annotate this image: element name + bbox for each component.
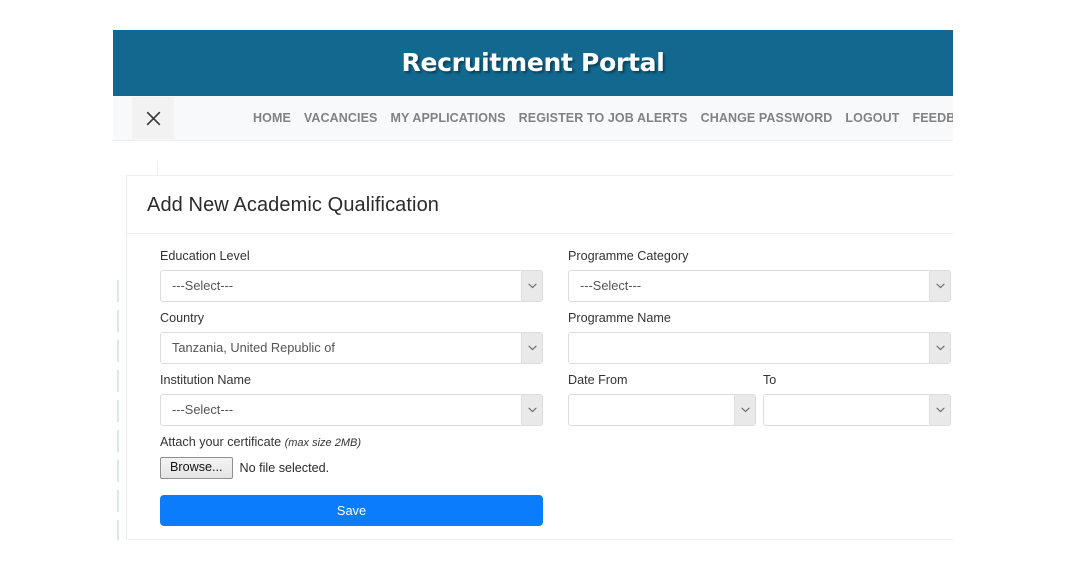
- save-button[interactable]: Save: [160, 495, 543, 526]
- site-header: Recruitment Portal: [113, 30, 953, 96]
- nav-item-feedback[interactable]: FEEDBACK: [912, 111, 953, 125]
- nav-item-logout[interactable]: LOGOUT: [845, 111, 899, 125]
- file-status-text: No file selected.: [239, 461, 330, 475]
- form-column-right: Programme Category ---Select--- Programm…: [568, 248, 951, 426]
- field-institution-name: Institution Name ---Select---: [160, 372, 543, 426]
- field-education-level: Education Level ---Select---: [160, 248, 543, 302]
- nav-item-register-to-job-alerts[interactable]: REGISTER TO JOB ALERTS: [519, 111, 688, 125]
- field-date-to: To: [763, 372, 951, 426]
- country-select[interactable]: Tanzania, United Republic of: [160, 332, 543, 364]
- field-date-from: Date From: [568, 372, 756, 426]
- institution-name-select[interactable]: ---Select---: [160, 394, 543, 426]
- programme-name-select[interactable]: [568, 332, 951, 364]
- programme-category-value: ---Select---: [580, 278, 642, 293]
- programme-category-label: Programme Category: [568, 249, 689, 263]
- programme-name-label: Programme Name: [568, 311, 671, 325]
- attachment-label: Attach your certificate (max size 2MB): [160, 434, 543, 451]
- date-to-select[interactable]: [763, 394, 951, 426]
- qualification-form: Education Level ---Select--- Country Tan…: [127, 234, 953, 534]
- date-range-row: Date From To: [568, 372, 951, 426]
- field-programme-name: Programme Name: [568, 310, 951, 364]
- qualification-card: Add New Academic Qualification Education…: [126, 175, 953, 540]
- site-title: Recruitment Portal: [401, 48, 665, 77]
- scroll-indicator: [117, 280, 119, 540]
- attachment-label-text: Attach your certificate: [160, 435, 282, 449]
- institution-name-value: ---Select---: [172, 402, 234, 417]
- nav-links: HOME VACANCIES MY APPLICATIONS REGISTER …: [253, 96, 953, 140]
- chevron-down-icon: [521, 271, 542, 301]
- screen: Recruitment Portal HOME VACANCIES MY APP…: [0, 0, 1080, 581]
- date-from-label: Date From: [568, 373, 628, 387]
- card-header: Add New Academic Qualification: [127, 176, 953, 234]
- institution-name-label: Institution Name: [160, 373, 251, 387]
- file-input[interactable]: Browse... No file selected.: [160, 457, 543, 479]
- chevron-down-icon: [734, 395, 755, 425]
- education-level-value: ---Select---: [172, 278, 234, 293]
- chevron-down-icon: [929, 333, 950, 363]
- attachment-size-note: (max size 2MB): [284, 437, 361, 449]
- chevron-down-icon: [521, 333, 542, 363]
- date-from-select[interactable]: [568, 394, 756, 426]
- browse-button[interactable]: Browse...: [160, 457, 233, 479]
- field-attachment: Attach your certificate (max size 2MB) B…: [160, 434, 543, 479]
- page-viewport: Recruitment Portal HOME VACANCIES MY APP…: [113, 30, 953, 540]
- form-column-left: Education Level ---Select--- Country Tan…: [160, 248, 543, 487]
- field-country: Country Tanzania, United Republic of: [160, 310, 543, 364]
- nav-item-vacancies[interactable]: VACANCIES: [304, 111, 378, 125]
- date-to-label: To: [763, 373, 777, 387]
- nav-item-my-applications[interactable]: MY APPLICATIONS: [391, 111, 506, 125]
- education-level-select[interactable]: ---Select---: [160, 270, 543, 302]
- close-icon[interactable]: [132, 97, 174, 139]
- education-level-label: Education Level: [160, 249, 250, 263]
- nav-item-change-password[interactable]: CHANGE PASSWORD: [701, 111, 833, 125]
- chevron-down-icon: [521, 395, 542, 425]
- main-navigation: HOME VACANCIES MY APPLICATIONS REGISTER …: [113, 96, 953, 141]
- field-programme-category: Programme Category ---Select---: [568, 248, 951, 302]
- chevron-down-icon: [929, 395, 950, 425]
- programme-category-select[interactable]: ---Select---: [568, 270, 951, 302]
- nav-item-home[interactable]: HOME: [253, 111, 291, 125]
- chevron-down-icon: [929, 271, 950, 301]
- page-title: Add New Academic Qualification: [147, 194, 440, 216]
- country-value: Tanzania, United Republic of: [172, 340, 335, 355]
- country-label: Country: [160, 311, 205, 325]
